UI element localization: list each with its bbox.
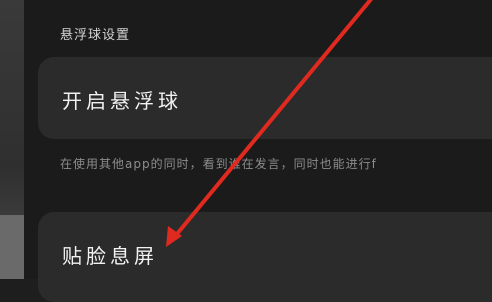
background-app-strip bbox=[0, 0, 24, 279]
floating-ball-description: 在使用其他app的同时，看到谁在发言，同时也能进行f bbox=[60, 157, 377, 171]
screen-attach-label: 贴脸息屏 bbox=[62, 244, 158, 268]
screen-attach-setting-row[interactable]: 贴脸息屏 bbox=[38, 212, 492, 302]
section-title: 悬浮球设置 bbox=[60, 28, 131, 43]
floating-ball-label: 开启悬浮球 bbox=[62, 89, 182, 113]
floating-ball-setting-row[interactable]: 开启悬浮球 bbox=[38, 57, 492, 139]
